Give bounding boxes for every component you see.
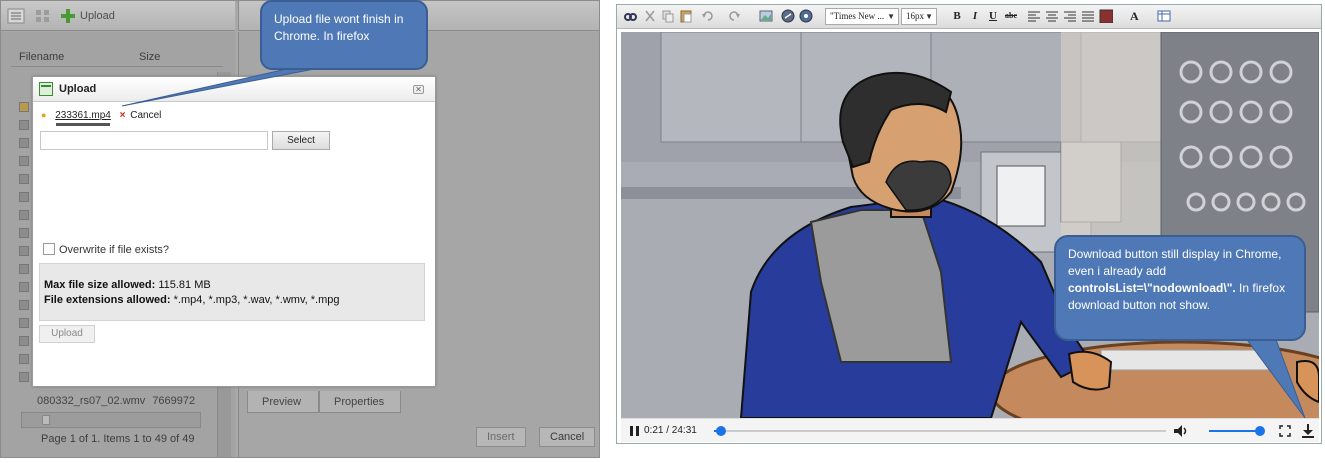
- callout-line1: Download button still display in Chrome,…: [1068, 247, 1282, 278]
- callout-code: controlsList=\"nodownload\".: [1068, 281, 1236, 295]
- callout-pointer-2: [1244, 336, 1306, 419]
- annotation-callout-download: Download button still display in Chrome,…: [1054, 235, 1306, 341]
